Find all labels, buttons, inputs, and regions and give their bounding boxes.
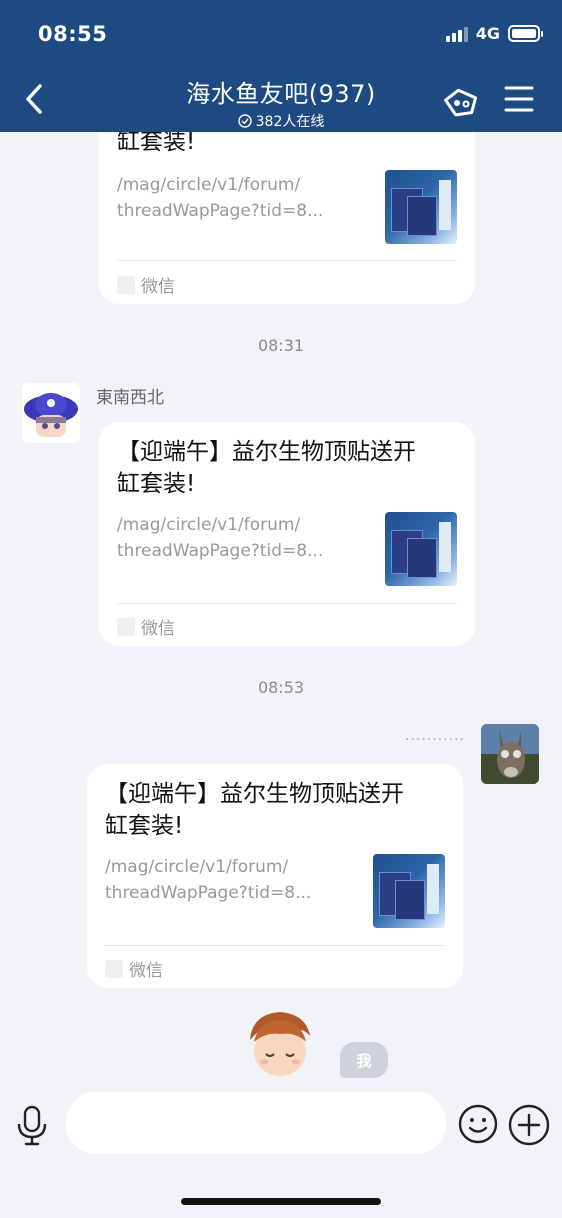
sender-name-dots: ........... xyxy=(405,728,465,744)
card-divider xyxy=(105,945,445,946)
avatar[interactable] xyxy=(481,724,539,784)
link-source: 微信 xyxy=(117,272,175,297)
input-bar xyxy=(0,1078,562,1218)
link-thumbnail xyxy=(373,854,445,928)
me-tag: 我 xyxy=(340,1042,388,1078)
microphone-icon[interactable] xyxy=(14,1104,50,1148)
menu-icon[interactable] xyxy=(504,84,534,114)
chat-header: 08:55 4G 海水鱼友吧(937) 382人在线 xyxy=(0,0,562,132)
card-divider xyxy=(117,603,457,604)
game-controller-icon[interactable] xyxy=(440,84,482,120)
link-url: /mag/circle/v1/forum/threadWapPage?tid=8… xyxy=(117,515,324,561)
card-divider xyxy=(117,260,457,261)
chat-messages[interactable]: 缸套装! /mag/circle/v1/forum/threadWapPage?… xyxy=(0,132,562,1078)
pirate-avatar-icon xyxy=(22,383,80,443)
battery-icon xyxy=(508,25,543,42)
wechat-icon xyxy=(117,275,135,294)
status-time: 08:55 xyxy=(38,22,108,46)
plus-icon[interactable] xyxy=(508,1104,550,1146)
check-circle-icon xyxy=(237,114,252,128)
network-type: 4G xyxy=(475,24,500,43)
mascot-character-icon xyxy=(244,1012,316,1078)
timestamp: 08:53 xyxy=(257,678,305,697)
emoji-icon[interactable] xyxy=(458,1104,498,1144)
status-indicators: 4G xyxy=(445,24,543,43)
message-input[interactable] xyxy=(66,1092,446,1154)
link-card-message[interactable]: 【迎端午】益尔生物顶贴送开 缸套装! /mag/circle/v1/forum/t… xyxy=(87,764,463,988)
link-thumbnail xyxy=(385,170,457,244)
link-thumbnail xyxy=(385,512,457,586)
wechat-icon xyxy=(117,617,135,636)
wechat-icon xyxy=(105,959,123,978)
link-card-message[interactable]: 【迎端午】益尔生物顶贴送开 缸套装! /mag/circle/v1/forum/t… xyxy=(99,422,475,646)
link-title: 【迎端午】益尔生物顶贴送开 缸套装! xyxy=(117,439,416,497)
online-text: 382人在线 xyxy=(255,114,325,130)
home-indicator[interactable] xyxy=(181,1198,381,1205)
link-url: /mag/circle/v1/forum/threadWapPage?tid=8… xyxy=(105,857,312,903)
link-source: 微信 xyxy=(105,956,163,981)
link-title: 【迎端午】益尔生物顶贴送开 缸套装! xyxy=(105,781,404,839)
sender-name: 東南西北 xyxy=(96,388,164,408)
signal-icon xyxy=(445,26,468,42)
avatar[interactable] xyxy=(22,383,80,443)
donkey-avatar-icon xyxy=(481,724,539,784)
link-title: 缸套装! xyxy=(117,132,196,155)
link-url: /mag/circle/v1/forum/threadWapPage?tid=8… xyxy=(117,175,324,221)
link-source: 微信 xyxy=(117,614,175,639)
link-card-message[interactable]: 缸套装! /mag/circle/v1/forum/threadWapPage?… xyxy=(99,132,475,304)
timestamp: 08:31 xyxy=(257,336,305,355)
